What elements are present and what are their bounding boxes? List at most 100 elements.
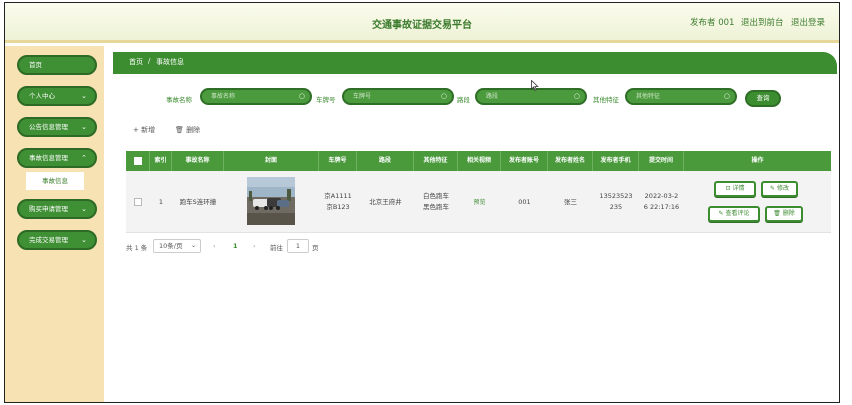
search-icon: ○	[573, 92, 580, 100]
plate-line: 京A1111	[324, 192, 352, 200]
sidebar-item-label: 个人中心	[29, 92, 55, 100]
sidebar-item-profile[interactable]: 个人中心 ⌄	[17, 86, 97, 106]
cell-phone: 13523523 235	[593, 171, 639, 233]
cell-plate: 京A1111 京B123	[319, 171, 357, 233]
time-line: 2022-03-2	[644, 192, 679, 200]
comment-label: 查看评论	[725, 210, 750, 217]
goto-label: 前往	[270, 244, 283, 252]
sidebar-subitem-accident-info[interactable]: 事故信息	[26, 172, 84, 190]
page-size-value: 10条/页	[159, 242, 183, 250]
cell-index: 1	[158, 197, 164, 206]
search-placeholder: 路段	[486, 93, 499, 100]
page-suffix: 页	[312, 244, 319, 252]
breadcrumb-underline	[113, 72, 837, 74]
sidebar-item-label: 事故信息管理	[29, 154, 68, 162]
search-icon: ○	[723, 92, 730, 100]
mouse-cursor-icon	[531, 80, 539, 91]
plate-number-input[interactable]: 车牌号 ○	[342, 88, 454, 105]
feature-input[interactable]: 其他特征 ○	[625, 88, 737, 105]
detail-button[interactable]: ⊡ 详情	[714, 181, 756, 197]
chevron-down-icon: ⌄	[81, 205, 87, 213]
cell-submit-time: 2022-03-2 6 22:17:16	[639, 171, 684, 233]
sidebar-item-label: 首页	[29, 61, 42, 69]
column-header: 发布者手机	[593, 151, 639, 171]
column-header: 其他特征	[414, 151, 458, 171]
breadcrumb: 首页 / 事故信息	[113, 52, 837, 72]
search-label-name: 事故名称	[166, 96, 192, 104]
column-header: 提交时间	[639, 151, 684, 171]
sidebar-item-purchase-requests[interactable]: 购买申请管理 ⌄	[17, 199, 97, 219]
search-label-plate: 车牌号	[316, 96, 336, 104]
detail-label: 详情	[732, 185, 745, 192]
search-placeholder: 事故名称	[211, 93, 236, 100]
search-icon: ○	[298, 92, 305, 100]
delete-label: 删除	[782, 210, 795, 217]
sidebar-item-completed-trades[interactable]: 完成交易管理 ⌄	[17, 230, 97, 250]
back-to-frontend-link[interactable]: 退出到前台	[741, 16, 784, 28]
column-header: 索引	[150, 151, 172, 171]
logout-link[interactable]: 退出登录	[791, 16, 825, 28]
sidebar-item-home[interactable]: 首页	[17, 55, 97, 75]
next-page-icon[interactable]: ›	[253, 242, 256, 250]
chevron-down-icon: ⌄	[81, 236, 87, 244]
pagination-total: 共 1 条	[126, 244, 148, 252]
edit-label: 修改	[776, 185, 789, 192]
chevron-down-icon: ⌄	[190, 242, 196, 249]
phone-line: 13523523	[599, 192, 633, 200]
plate-line: 京B123	[326, 203, 350, 211]
search-icon: ○	[440, 92, 447, 100]
search-label-road: 路段	[457, 96, 470, 104]
cell-road: 北京王府井	[369, 197, 402, 206]
view-comments-button[interactable]: ✎ 查看评论	[708, 206, 760, 222]
delete-row-button[interactable]: 🗑 删除	[765, 206, 803, 222]
edit-button[interactable]: ✎ 修改	[761, 181, 798, 197]
top-header: 交通事故证据交易平台 发布者 001 退出到前台 退出登录	[5, 3, 839, 43]
sidebar-item-label: 公告信息管理	[29, 123, 68, 131]
app-frame: 交通事故证据交易平台 发布者 001 退出到前台 退出登录 首页 个人中心 ⌄ …	[4, 2, 840, 403]
column-header: 事故名称	[172, 151, 224, 171]
sidebar-item-accidents[interactable]: 事故信息管理 ⌃	[17, 148, 97, 168]
accident-cover-image[interactable]	[247, 177, 295, 225]
chevron-up-icon: ⌃	[81, 154, 87, 162]
select-all-cell[interactable]	[126, 151, 150, 171]
select-all-checkbox[interactable]	[133, 156, 142, 165]
sidebar-item-label: 购买申请管理	[29, 205, 68, 213]
column-header: 操作	[751, 157, 764, 164]
current-user: 发布者 001	[690, 18, 735, 28]
row-select-cell[interactable]	[126, 171, 150, 233]
breadcrumb-current: 事故信息	[156, 58, 184, 66]
query-button[interactable]: 查询	[745, 90, 781, 107]
batch-delete-button[interactable]: 🗑 删除	[175, 125, 200, 135]
prev-page-icon[interactable]: ‹	[213, 242, 216, 250]
breadcrumb-home[interactable]: 首页	[129, 57, 143, 67]
time-line: 6 22:17:16	[643, 203, 680, 211]
add-button[interactable]: + 新增	[133, 125, 155, 135]
edit-icon: ✎	[770, 185, 777, 192]
column-header: 相关视频	[458, 151, 501, 171]
feature-line: 黑色跑车	[423, 203, 449, 211]
column-header: 车牌号	[319, 151, 357, 171]
feature-line: 白色跑车	[423, 192, 449, 200]
cell-account: 001	[518, 197, 531, 206]
trash-icon: 🗑	[773, 210, 783, 217]
video-preview-link[interactable]: 预览	[458, 171, 501, 233]
column-header: 发布者姓名	[548, 151, 593, 171]
chevron-down-icon: ⌄	[81, 92, 87, 100]
accident-name-input[interactable]: 事故名称 ○	[200, 88, 312, 105]
cell-accident-name: 跑车S连环撞	[179, 197, 217, 206]
page-number[interactable]: 1	[233, 242, 238, 250]
breadcrumb-separator: /	[148, 57, 151, 65]
search-placeholder: 其他特征	[636, 93, 661, 100]
column-header: 路段	[357, 151, 414, 171]
column-header: 封面	[224, 151, 319, 171]
search-placeholder: 车牌号	[353, 93, 372, 100]
row-checkbox[interactable]	[134, 198, 142, 206]
sidebar-item-announcements[interactable]: 公告信息管理 ⌄	[17, 117, 97, 137]
sidebar-item-label: 完成交易管理	[29, 236, 68, 244]
goto-page-input[interactable]: 1	[287, 239, 309, 253]
cell-feature: 白色跑车 黑色跑车	[414, 171, 458, 233]
page-size-select[interactable]: 10条/页 ⌄	[153, 239, 201, 253]
table-header: 索引 事故名称 封面 车牌号 路段 其他特征 相关视频 发布者账号 发布者姓名 …	[126, 151, 831, 171]
chevron-down-icon: ⌄	[81, 123, 87, 131]
column-header: 发布者账号	[501, 151, 548, 171]
